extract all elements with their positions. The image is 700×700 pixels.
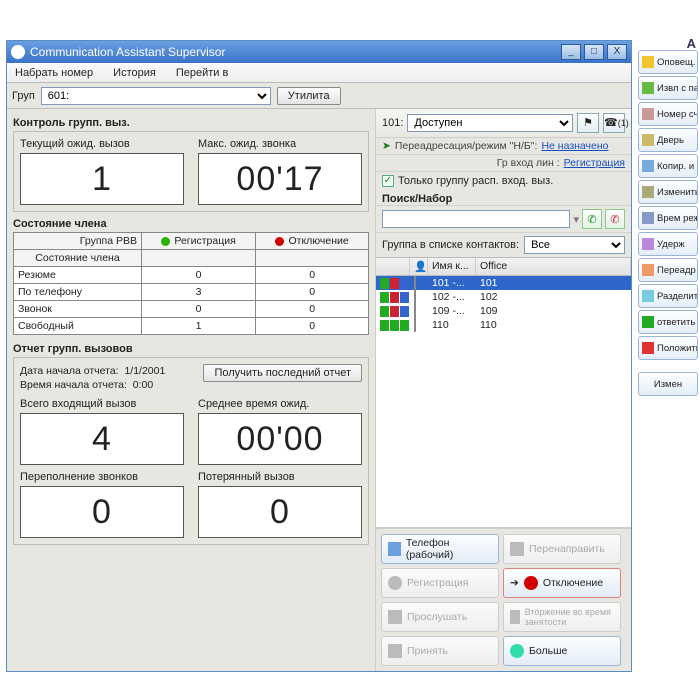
phone-count-button[interactable]: ☎(1) — [603, 113, 625, 133]
report-time: 0:00 — [133, 379, 153, 391]
contacts-group-select[interactable]: Все — [524, 236, 625, 254]
redirect-button[interactable]: Перенаправить — [503, 534, 621, 564]
forward-link[interactable]: Не назначено — [541, 140, 608, 152]
palette-split[interactable]: Разделить — [638, 284, 698, 308]
hangup-icon[interactable]: ✆ — [605, 209, 625, 229]
report-title: Отчет групп. вызовов — [13, 343, 369, 355]
minimize-button[interactable]: _ — [561, 44, 581, 60]
contact-list-header: 👤 Имя к... Office — [376, 257, 631, 276]
group-select[interactable]: 601: — [41, 87, 271, 105]
utility-button[interactable]: Утилита — [277, 87, 341, 105]
close-button[interactable]: X — [607, 44, 627, 60]
only-group-checkbox[interactable]: ✓ — [382, 175, 394, 187]
current-wait-label: Текущий ожид. вызов — [20, 138, 184, 150]
right-pane: 101: Доступен ⚑ ☎(1) ➤ Переадресация/реж… — [375, 109, 631, 671]
side-palette: Оповещ. (гибк Извл с парк Номер счета Дв… — [638, 50, 698, 396]
forward-label: Переадресация/режим "Н/Б": — [395, 140, 538, 152]
palette-header: A — [687, 36, 696, 51]
palette-account[interactable]: Номер счета — [638, 102, 698, 126]
menu-dial[interactable]: Набрать номер — [10, 65, 98, 81]
flag-button[interactable]: ⚑ — [577, 113, 599, 133]
lost-value: 0 — [198, 486, 362, 538]
member-hdr-login: Регистрация — [141, 233, 255, 250]
avatar-icon — [414, 304, 416, 318]
table-row: Резюме00 — [14, 267, 369, 284]
avg-wait-value: 00'00 — [198, 413, 362, 465]
search-input[interactable] — [382, 210, 570, 228]
overflow-value: 0 — [20, 486, 184, 538]
member-state-title: Состояние члена — [13, 218, 369, 230]
member-hdr-group: Группа РВВ — [14, 233, 142, 250]
menubar: Набрать номер История Перейти в — [7, 63, 631, 83]
total-incoming-value: 4 — [20, 413, 184, 465]
titlebar: Communication Assistant Supervisor _ □ X — [7, 41, 631, 63]
palette-hold[interactable]: Удерж — [638, 232, 698, 256]
left-pane: Контроль групп. выз. Текущий ожид. вызов… — [7, 109, 375, 671]
group-login-link[interactable]: Регистрация — [564, 157, 625, 169]
lost-label: Потерянный вызов — [198, 471, 362, 483]
palette-time-mode[interactable]: Врем режим — [638, 206, 698, 230]
more-button[interactable]: Больше — [503, 636, 621, 666]
report-date: 1/1/2001 — [124, 365, 165, 377]
palette-trs[interactable]: Изменить TRS — [638, 180, 698, 204]
search-label: Поиск/Набор — [376, 190, 631, 205]
call-icon[interactable]: ✆ — [582, 209, 602, 229]
table-row: Звонок00 — [14, 301, 369, 318]
list-item[interactable]: 109 -... 109 — [376, 304, 631, 318]
app-icon — [11, 45, 25, 59]
logout-button[interactable]: ➔Отключение — [503, 568, 621, 598]
extension-label: 101: — [382, 117, 403, 129]
palette-answer[interactable]: ответить — [638, 310, 698, 334]
avatar-icon — [414, 290, 416, 304]
get-last-report-button[interactable]: Получить последний отчет — [203, 364, 362, 382]
palette-hangup[interactable]: Положить тру — [638, 336, 698, 360]
palette-forward[interactable]: Переадр — [638, 258, 698, 282]
palette-edit-button[interactable]: Измен — [638, 372, 698, 396]
menu-history[interactable]: История — [108, 65, 161, 81]
member-hdr-logout: Отключение — [256, 233, 369, 250]
group-toolbar: Груп 601: Утилита — [7, 83, 631, 109]
palette-alert[interactable]: Оповещ. (гибк — [638, 50, 698, 74]
palette-copy-dial[interactable]: Копир. и наб — [638, 154, 698, 178]
action-grid: Телефон (рабочий) Перенаправить Регистра… — [376, 528, 631, 671]
table-row: По телефону30 — [14, 284, 369, 301]
list-item[interactable]: 102 -... 102 — [376, 290, 631, 304]
group-inline-label: Гр вход лин : — [497, 157, 560, 169]
palette-unpark[interactable]: Извл с парк — [638, 76, 698, 100]
current-wait-value: 1 — [20, 153, 184, 205]
avatar-icon — [414, 318, 416, 332]
palette-door[interactable]: Дверь — [638, 128, 698, 152]
menu-goto[interactable]: Перейти в — [171, 65, 234, 81]
login-button[interactable]: Регистрация — [381, 568, 499, 598]
total-incoming-label: Всего входящий вызов — [20, 398, 184, 410]
contact-list[interactable]: 101 -... 101 102 -... 102 109 -... 109 — [376, 276, 631, 528]
phone-work-button[interactable]: Телефон (рабочий) — [381, 534, 499, 564]
list-item[interactable]: 101 -... 101 — [376, 276, 631, 290]
avg-wait-label: Среднее время ожид. — [198, 398, 362, 410]
take-over-button[interactable]: Принять — [381, 636, 499, 666]
window-title: Communication Assistant Supervisor — [30, 45, 225, 59]
list-item[interactable]: 110 110 — [376, 318, 631, 332]
member-table: Группа РВВ Регистрация Отключение Состоя… — [13, 232, 369, 335]
presence-select[interactable]: Доступен — [407, 114, 573, 132]
member-hdr-state: Состояние члена — [14, 250, 142, 267]
maximize-button[interactable]: □ — [584, 44, 604, 60]
max-wait-value: 00'17 — [198, 153, 362, 205]
only-group-label: Только группу расп. вход. выз. — [398, 175, 553, 187]
barge-in-button[interactable]: Вторжение во время занятости — [503, 602, 621, 632]
avatar-icon — [414, 276, 416, 290]
overflow-label: Переполнение звонков — [20, 471, 184, 483]
main-window: Communication Assistant Supervisor _ □ X… — [6, 40, 632, 672]
contacts-group-label: Группа в списке контактов: — [382, 239, 519, 251]
max-wait-label: Макс. ожид. звонка — [198, 138, 362, 150]
group-label: Груп — [12, 90, 35, 102]
group-control-title: Контроль групп. выз. — [13, 117, 369, 129]
report-time-label: Время начала отчета: — [20, 379, 127, 391]
listen-button[interactable]: Прослушать — [381, 602, 499, 632]
report-date-label: Дата начала отчета: — [20, 365, 119, 377]
table-row: Свободный10 — [14, 318, 369, 335]
